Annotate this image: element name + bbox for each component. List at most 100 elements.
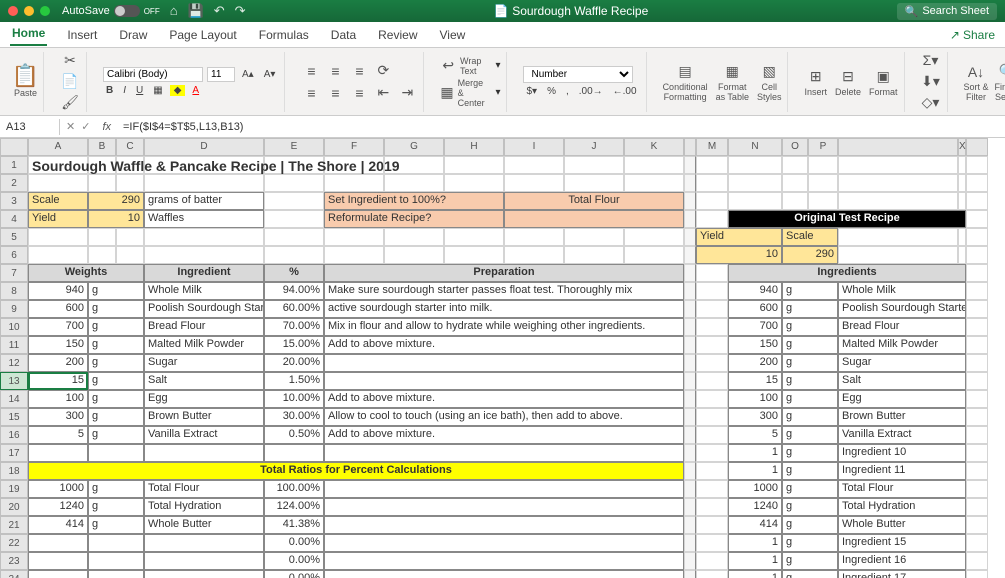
cell[interactable] — [324, 444, 684, 462]
cell[interactable] — [504, 174, 564, 192]
row-header[interactable]: 7 — [0, 264, 28, 282]
cell[interactable] — [28, 444, 88, 462]
cell[interactable] — [958, 228, 966, 246]
cell[interactable]: 10 — [696, 246, 782, 264]
row-header[interactable]: 12 — [0, 354, 28, 372]
format-cells-icon[interactable]: ▣ — [873, 67, 893, 87]
cell[interactable] — [782, 156, 808, 174]
column-header[interactable]: N — [728, 138, 782, 156]
indent-left-icon[interactable]: ⇤ — [373, 83, 393, 103]
cell[interactable]: 15 — [28, 372, 88, 390]
column-header[interactable] — [838, 138, 958, 156]
cell[interactable] — [504, 156, 564, 174]
fill-icon[interactable]: ⬇▾ — [921, 72, 941, 91]
cell[interactable]: Egg — [838, 390, 966, 408]
tab-home[interactable]: Home — [10, 23, 47, 46]
cell[interactable] — [684, 318, 696, 336]
cell[interactable] — [808, 174, 838, 192]
cell[interactable]: Yield — [696, 228, 782, 246]
cell[interactable]: Brown Butter — [144, 408, 264, 426]
cell[interactable] — [564, 174, 624, 192]
font-size[interactable] — [207, 67, 235, 82]
fill-color-icon[interactable]: ◆ — [170, 85, 186, 96]
autosum-icon[interactable]: Σ▾ — [921, 52, 941, 71]
cell[interactable]: g — [88, 300, 144, 318]
row-header[interactable]: 5 — [0, 228, 28, 246]
cell[interactable]: Ingredient 11 — [838, 462, 966, 480]
cell[interactable]: Yield — [28, 210, 88, 228]
cell[interactable]: g — [782, 282, 838, 300]
cell[interactable]: 1000 — [28, 480, 88, 498]
cell[interactable] — [696, 444, 728, 462]
cell[interactable]: Scale — [28, 192, 88, 210]
cell[interactable] — [28, 570, 88, 578]
cell[interactable]: Bread Flour — [144, 318, 264, 336]
cell[interactable]: 0.00% — [264, 534, 324, 552]
cell[interactable]: Scale — [782, 228, 838, 246]
cell[interactable]: g — [782, 354, 838, 372]
cell[interactable] — [696, 570, 728, 578]
cell[interactable]: 1000 — [728, 480, 782, 498]
cell[interactable]: g — [782, 336, 838, 354]
tab-review[interactable]: Review — [376, 25, 419, 45]
cell[interactable]: Malted Milk Powder — [144, 336, 264, 354]
align-top-icon[interactable]: ≡ — [301, 61, 321, 81]
cell[interactable]: Malted Milk Powder — [838, 336, 966, 354]
cell[interactable]: 30.00% — [264, 408, 324, 426]
column-header[interactable] — [684, 138, 696, 156]
indent-right-icon[interactable]: ⇥ — [397, 83, 417, 103]
row-header[interactable]: 4 — [0, 210, 28, 228]
cell[interactable]: g — [782, 390, 838, 408]
cell[interactable]: Bread Flour — [838, 318, 966, 336]
cell[interactable]: g — [88, 516, 144, 534]
cell[interactable] — [696, 498, 728, 516]
tab-view[interactable]: View — [438, 25, 468, 45]
undo-icon[interactable]: ↶ — [214, 3, 225, 19]
cell[interactable]: 414 — [28, 516, 88, 534]
row-header[interactable]: 17 — [0, 444, 28, 462]
cell[interactable] — [696, 534, 728, 552]
column-header[interactable]: X — [958, 138, 966, 156]
cell[interactable]: 1240 — [28, 498, 88, 516]
align-left-icon[interactable]: ≡ — [301, 83, 321, 103]
format-painter-icon[interactable]: 🖌 — [60, 93, 80, 112]
cell[interactable]: 5 — [728, 426, 782, 444]
decrease-decimal-icon[interactable]: ←.00 — [610, 85, 640, 98]
cell[interactable] — [88, 444, 144, 462]
cell[interactable] — [966, 156, 988, 174]
align-center-icon[interactable]: ≡ — [325, 83, 345, 103]
cell[interactable] — [88, 552, 144, 570]
cell[interactable]: Ingredient 10 — [838, 444, 966, 462]
cell[interactable]: 700 — [728, 318, 782, 336]
cell[interactable]: 5 — [28, 426, 88, 444]
cell[interactable] — [684, 282, 696, 300]
cell[interactable] — [966, 570, 988, 578]
formula-input[interactable]: =IF($I$4=$T$5,L13,B13) — [117, 119, 1005, 135]
sort-filter-icon[interactable]: A↓ — [966, 62, 986, 82]
cell[interactable] — [684, 498, 696, 516]
column-header[interactable] — [0, 138, 28, 156]
cell[interactable]: 700 — [28, 318, 88, 336]
cell[interactable] — [28, 534, 88, 552]
share-button[interactable]: ↗ Share — [950, 28, 995, 42]
cell[interactable]: Preparation — [324, 264, 684, 282]
italic-button[interactable]: I — [120, 84, 129, 97]
home-icon[interactable]: ⌂ — [170, 3, 178, 19]
cell[interactable]: Add to above mixture. — [324, 390, 684, 408]
cell[interactable] — [264, 444, 324, 462]
tab-page-layout[interactable]: Page Layout — [167, 25, 238, 45]
cell[interactable]: Add to above mixture. — [324, 426, 684, 444]
cell[interactable]: g — [782, 300, 838, 318]
toggle-icon[interactable] — [114, 5, 140, 17]
cell[interactable] — [684, 462, 696, 480]
window-controls[interactable] — [8, 6, 50, 16]
cell[interactable] — [624, 246, 684, 264]
cell[interactable] — [966, 462, 988, 480]
cell[interactable]: 1 — [728, 552, 782, 570]
cell[interactable]: g — [88, 372, 144, 390]
column-header[interactable]: H — [444, 138, 504, 156]
cell[interactable] — [966, 534, 988, 552]
cell[interactable] — [684, 408, 696, 426]
cell[interactable] — [966, 192, 988, 210]
decrease-font-icon[interactable]: A▾ — [261, 68, 279, 81]
